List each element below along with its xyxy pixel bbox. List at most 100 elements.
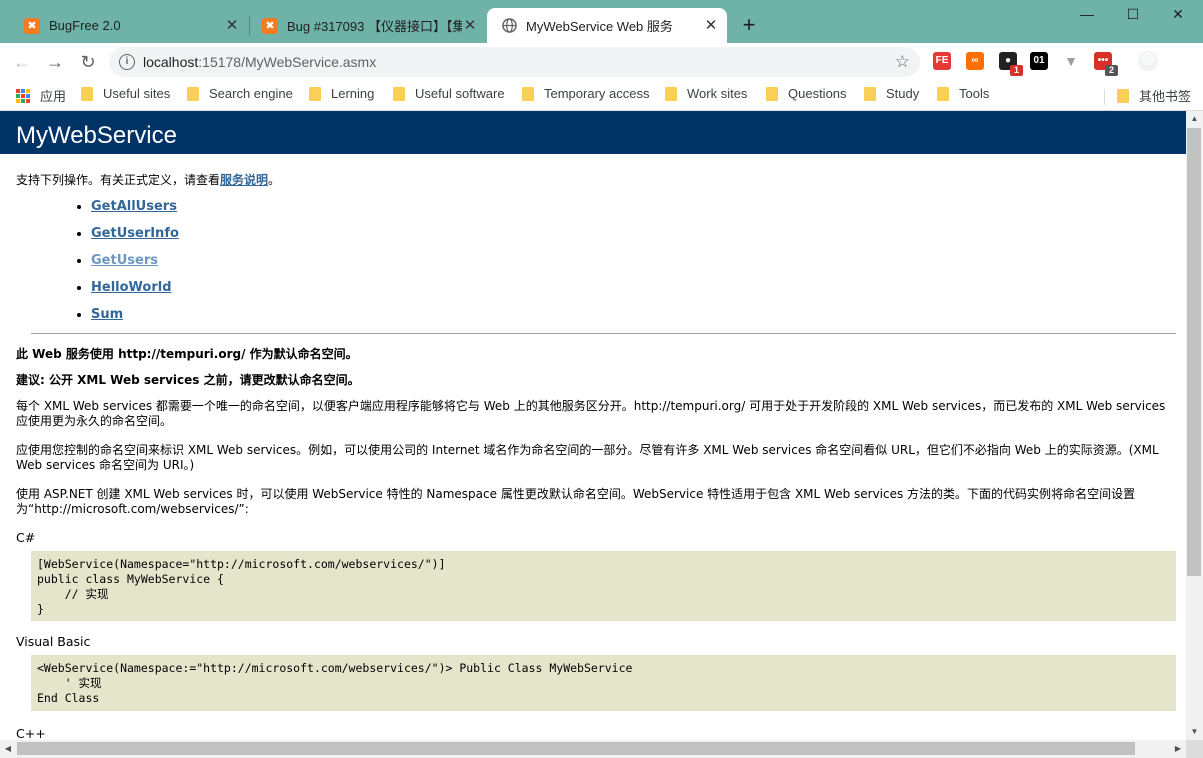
extension-badge: 1 (1010, 65, 1023, 76)
scroll-up-arrow-icon[interactable]: ▲ (1186, 111, 1203, 127)
maximize-button[interactable]: ☐ (1122, 6, 1144, 24)
vue-devtools-icon[interactable]: ▼ (1062, 52, 1080, 70)
csharp-code-block: [WebService(Namespace="http://microsoft.… (31, 551, 1176, 621)
folder-icon (766, 86, 778, 101)
close-tab-icon[interactable]: ✕ (224, 17, 240, 34)
tab-title: MyWebService Web 服务 (526, 19, 673, 34)
bookmark-label: Search engine (209, 86, 293, 101)
folder-icon (665, 86, 677, 101)
bookmark-folder-tools[interactable]: Tools (937, 86, 989, 101)
binary-extension-icon[interactable]: 01 (1030, 52, 1048, 70)
operation-link-helloworld[interactable]: HelloWorld (91, 280, 172, 295)
bookmark-label: Questions (788, 86, 847, 101)
bookmark-folder-search-engine[interactable]: Search engine (187, 86, 293, 101)
namespace-paragraph-2: 应使用您控制的命名空间来标识 XML Web services。例如，可以使用公… (16, 443, 1159, 472)
operation-link-getuserinfo[interactable]: GetUserInfo (91, 226, 179, 241)
page-viewport: MyWebService 支持下列操作。有关正式定义，请查看服务说明。 GetA… (0, 111, 1186, 740)
bookmark-folder-useful-software[interactable]: Useful software (393, 86, 505, 101)
bookmark-folder-questions[interactable]: Questions (766, 86, 847, 101)
tab-bugfree[interactable]: ✖ BugFree 2.0 ✕ (10, 8, 248, 43)
scroll-left-arrow-icon[interactable]: ◀ (0, 740, 16, 758)
service-content: 支持下列操作。有关正式定义，请查看服务说明。 GetAllUsers GetUs… (16, 171, 1176, 740)
operations-list: GetAllUsers GetUserInfo GetUsers HelloWo… (16, 199, 1176, 334)
horizontal-scrollbar[interactable]: ◀ ▶ (0, 740, 1186, 758)
bookmark-folder-study[interactable]: Study (864, 86, 919, 101)
list-item: Sum (91, 307, 1176, 334)
list-item: GetUserInfo (91, 226, 1176, 253)
divider (31, 333, 1176, 334)
profile-avatar-icon[interactable]: 😜 (1138, 51, 1158, 71)
list-item: HelloWorld (91, 280, 1176, 307)
cpp-label: C++ (16, 726, 46, 740)
folder-icon (522, 86, 534, 101)
globe-icon (501, 18, 517, 34)
bookmark-folder-work-sites[interactable]: Work sites (665, 86, 747, 101)
service-description-link[interactable]: 服务说明 (220, 173, 268, 187)
namespace-paragraph-1: 每个 XML Web services 都需要一个唯一的命名空间，以便客户端应用… (16, 399, 1166, 428)
operation-link-getusers[interactable]: GetUsers (91, 253, 158, 268)
page-title: MyWebService (16, 122, 177, 149)
service-heading-bar: MyWebService (0, 111, 1186, 154)
namespace-paragraph-3: 使用 ASP.NET 创建 XML Web services 时，可以使用 We… (16, 487, 1136, 516)
folder-icon (81, 86, 93, 101)
url-text[interactable]: localhost:15178/MyWebService.asmx (143, 54, 376, 70)
extension-badge: 2 (1105, 65, 1118, 76)
back-arrow-icon[interactable]: ← (11, 51, 33, 73)
tab-mywebservice[interactable]: MyWebService Web 服务 ✕ (487, 8, 727, 43)
info-icon[interactable]: i (119, 54, 135, 70)
bookmark-label: 其他书签 (1139, 89, 1192, 104)
tab-bug-317093[interactable]: ✖ Bug #317093 【仪器接口】【集 ✕ (248, 8, 486, 43)
folder-icon (393, 86, 405, 101)
bookmark-folder-temporary-access[interactable]: Temporary access (522, 86, 649, 101)
namespace-notice: 此 Web 服务使用 http://tempuri.org/ 作为默认命名空间。 (16, 347, 358, 361)
address-bar[interactable]: i localhost:15178/MyWebService.asmx ☆ (109, 47, 920, 77)
bookmark-label: 应用 (40, 89, 67, 104)
bookmark-apps[interactable]: 应用 (16, 86, 66, 105)
minimize-button[interactable]: — (1076, 6, 1098, 24)
vertical-scrollbar[interactable]: ▲ ▼ (1186, 111, 1203, 740)
scroll-right-arrow-icon[interactable]: ▶ (1170, 740, 1186, 758)
bookmark-star-icon[interactable]: ☆ (895, 52, 910, 72)
horizontal-scroll-thumb[interactable] (17, 742, 1135, 755)
list-item: GetAllUsers (91, 199, 1176, 226)
bookmark-separator (1104, 89, 1105, 105)
folder-icon (187, 86, 199, 101)
scroll-down-arrow-icon[interactable]: ▼ (1186, 724, 1203, 740)
operation-link-sum[interactable]: Sum (91, 307, 123, 322)
bookmarks-bar: 应用 Useful sites Search engine Lerning Us… (0, 81, 1203, 111)
bookmark-label: Temporary access (544, 86, 650, 101)
bookmark-label: Study (886, 86, 920, 101)
scrollbar-corner (1186, 740, 1203, 758)
bookmark-label: Lerning (331, 86, 375, 101)
tab-title: Bug #317093 【仪器接口】【集 (287, 19, 462, 34)
dots-extension-icon[interactable]: ••• 2 (1094, 52, 1118, 76)
folder-icon (1117, 88, 1129, 103)
csharp-label: C# (16, 530, 36, 545)
bugfree-icon: ✖ (24, 17, 40, 34)
bookmark-folder-lerning[interactable]: Lerning (309, 86, 374, 101)
bookmark-folder-useful-sites[interactable]: Useful sites (81, 86, 170, 101)
fe-extension-icon[interactable]: FE (933, 52, 951, 70)
intro-text: 支持下列操作。有关正式定义，请查看服务说明。 (16, 173, 281, 187)
bugfree-icon: ✖ (262, 17, 278, 34)
tab-title: BugFree 2.0 (49, 18, 121, 33)
close-tab-icon[interactable]: ✕ (462, 17, 478, 34)
close-tab-icon[interactable]: ✕ (703, 17, 719, 34)
bookmark-label: Useful sites (103, 86, 171, 101)
bookmark-label: Useful software (415, 86, 505, 101)
apps-grid-icon (16, 88, 30, 103)
vb-label: Visual Basic (16, 634, 91, 649)
vb-code-block: <WebService(Namespace:="http://microsoft… (31, 655, 1176, 711)
close-window-button[interactable]: ✕ (1167, 6, 1189, 24)
bookmark-folder-other[interactable]: 其他书签 (1117, 86, 1191, 105)
infinity-extension-icon[interactable]: ∞ (966, 52, 984, 70)
bookmark-label: Tools (959, 86, 990, 101)
vertical-scroll-thumb[interactable] (1187, 128, 1201, 576)
browser-toolbar: ← → ↻ i localhost:15178/MyWebService.asm… (0, 43, 1203, 81)
namespace-recommendation: 建议: 公开 XML Web services 之前，请更改默认命名空间。 (16, 373, 360, 387)
operation-link-getallusers[interactable]: GetAllUsers (91, 199, 177, 214)
new-tab-button[interactable]: + (738, 14, 760, 36)
reload-icon[interactable]: ↻ (77, 51, 99, 73)
forward-arrow-icon[interactable]: → (44, 51, 66, 73)
onenote-extension-icon[interactable]: ● 1 (999, 52, 1023, 76)
